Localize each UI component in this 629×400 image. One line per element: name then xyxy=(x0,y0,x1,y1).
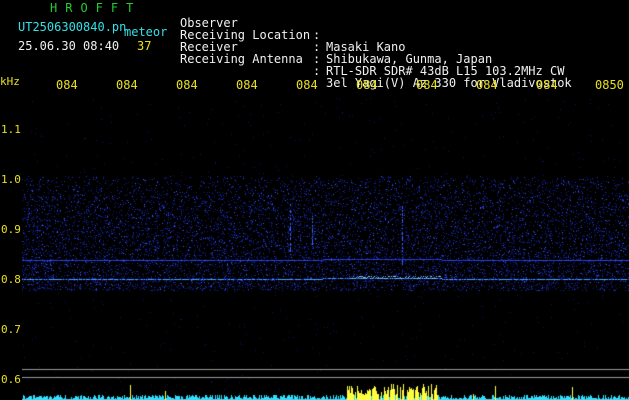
time-tick-label: 0846 xyxy=(356,78,378,92)
time-tick-label: 0850 xyxy=(595,78,624,92)
date-time: 25.06.30 08:40 xyxy=(18,39,120,53)
header-panel: HROFFT UT2506300840.pn meteor 25.06.30 0… xyxy=(0,0,629,89)
metadata-block: Observer : Masaki Kano Receiving Locatio… xyxy=(180,5,572,89)
time-tick-label: 0843 xyxy=(176,78,198,92)
spectrogram-plot xyxy=(22,96,629,400)
time-tick-label: 0845 xyxy=(296,78,318,92)
freq-tick-label: 0.6 xyxy=(1,373,21,386)
meta-antenna: Receiving Antenna : 3el Yagi(V) Az 330 f… xyxy=(180,41,572,89)
freq-axis: 1.1 1.0 0.9 0.8 0.7 0.6 xyxy=(0,72,22,400)
freq-tick-label: 0.9 xyxy=(1,223,21,236)
file-name: UT2506300840.pn xyxy=(18,20,127,34)
meta-receiver: Receiver : RTL-SDR SDR# 43dB L15 103.2MH… xyxy=(180,29,564,77)
mode-label: meteor xyxy=(124,25,168,39)
time-tick-label: 0844 xyxy=(236,78,258,92)
freq-tick-label: 0.7 xyxy=(1,323,21,336)
detection-count: 37 xyxy=(137,39,152,53)
meta-antenna-key: Receiving Antenna xyxy=(180,52,303,66)
app-title: HROFFT xyxy=(50,1,142,15)
meta-location: Receiving Location : Shibukawa, Gunma, J… xyxy=(180,17,492,65)
time-tick-label: 0841 xyxy=(56,78,78,92)
time-tick-label: 0848 xyxy=(476,78,498,92)
freq-tick-label: 1.1 xyxy=(1,123,21,136)
meta-separator: : xyxy=(313,64,321,78)
time-tick-label: 0849 xyxy=(536,78,558,92)
meta-observer: Observer : Masaki Kano xyxy=(180,5,405,53)
freq-tick-label: 1.0 xyxy=(1,173,21,186)
time-tick-label: 0847 xyxy=(416,78,438,92)
freq-tick-label: 0.8 xyxy=(1,273,21,286)
time-tick-label: 0842 xyxy=(116,78,138,92)
time-axis: 0841 0842 0843 0844 0845 0846 0847 0848 … xyxy=(0,78,629,94)
